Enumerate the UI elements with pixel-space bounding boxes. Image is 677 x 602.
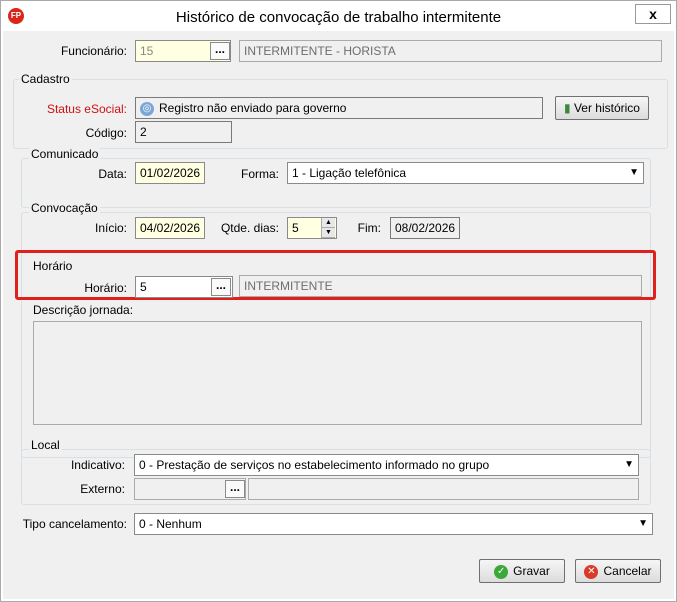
chevron-down-icon: ▼ [638,518,648,529]
funcionario-label: Funcionário: [60,44,127,58]
spin-down-icon[interactable]: ▼ [322,228,335,238]
externo-name-field [248,478,639,500]
check-icon: ✓ [494,564,509,579]
cadastro-group-title: Cadastro [19,72,72,86]
dialog-body: Funcionário: 15 ... INTERMITENTE - HORIS… [3,31,674,599]
qtde-dias-label: Qtde. dias: [220,221,279,235]
history-icon: ▮ [564,101,571,115]
local-group-title: Local [29,438,62,452]
horario-label: Horário: [84,281,127,295]
cancel-icon: ✕ [584,564,599,579]
tipo-cancelamento-select[interactable]: 0 - Nenhum ▼ [134,513,653,535]
fim-field: 08/02/2026 [390,217,460,239]
descricao-jornada-label: Descrição jornada: [33,303,134,317]
tipo-cancelamento-label: Tipo cancelamento: [22,517,127,531]
ver-historico-label: Ver histórico [573,101,640,115]
government-status-icon: ◎ [140,101,154,116]
cancelar-button[interactable]: ✕ Cancelar [575,559,661,583]
horario-group-title: Horário [33,259,73,273]
forma-select-value: 1 - Ligação telefônica [292,166,407,180]
qtde-dias-spinner[interactable]: ▲ ▼ [321,218,335,238]
comunicado-group-title: Comunicado [29,147,101,161]
data-comunicado-label: Data: [98,167,127,181]
status-esocial-value: Registro não enviado para governo [159,101,347,115]
externo-lookup-button[interactable]: ... [225,480,245,498]
status-esocial-field: ◎ Registro não enviado para governo [135,97,543,119]
forma-select[interactable]: 1 - Ligação telefônica ▼ [287,162,644,184]
gravar-button[interactable]: ✓ Gravar [479,559,565,583]
inicio-label: Início: [94,221,127,235]
chevron-down-icon: ▼ [624,459,634,470]
horario-name-field: INTERMITENTE [239,275,642,297]
qtde-dias-value: 5 [292,221,299,235]
codigo-field: 2 [135,121,232,143]
status-esocial-label: Status eSocial: [46,102,127,116]
externo-label: Externo: [80,482,125,496]
horario-lookup-button[interactable]: ... [211,278,231,296]
fim-label: Fim: [357,221,381,235]
window-title: Histórico de convocação de trabalho inte… [175,9,502,26]
indicativo-select-value: 0 - Prestação de serviços no estabelecim… [139,458,490,472]
spin-up-icon[interactable]: ▲ [322,218,335,228]
forma-label: Forma: [240,167,279,181]
title-bar: FP Histórico de convocação de trabalho i… [1,1,676,31]
ver-historico-button[interactable]: ▮ Ver histórico [555,96,649,120]
indicativo-label: Indicativo: [70,458,125,472]
funcionario-lookup-button[interactable]: ... [210,42,230,60]
descricao-jornada-textarea[interactable] [33,321,642,425]
inicio-input[interactable]: 04/02/2026 [135,217,205,239]
close-button[interactable]: x [635,4,671,24]
convocacao-group-title: Convocação [29,201,100,215]
codigo-label: Código: [85,126,127,140]
dialog-window: FP Histórico de convocação de trabalho i… [0,0,677,602]
tipo-cancelamento-value: 0 - Nenhum [139,517,202,531]
funcionario-name-field: INTERMITENTE - HORISTA [239,40,662,62]
gravar-label: Gravar [513,564,550,578]
chevron-down-icon: ▼ [629,167,639,178]
indicativo-select[interactable]: 0 - Prestação de serviços no estabelecim… [134,454,639,476]
data-comunicado-input[interactable]: 01/02/2026 [135,162,205,184]
cancelar-label: Cancelar [603,564,652,578]
